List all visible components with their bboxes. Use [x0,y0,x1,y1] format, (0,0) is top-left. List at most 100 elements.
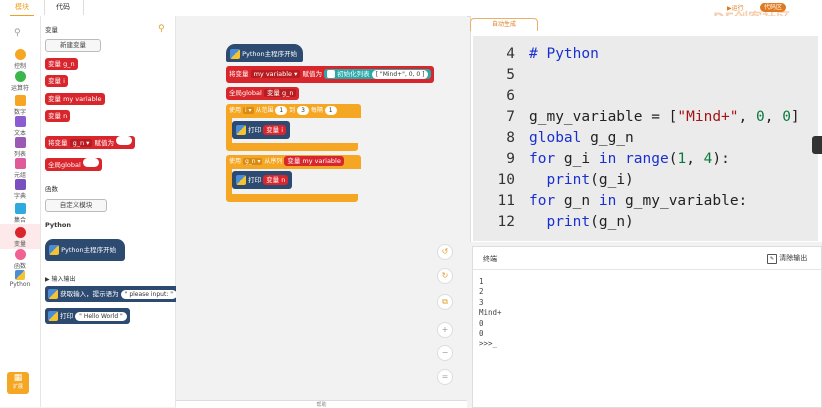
for-each-seq-var[interactable]: 变量 my variable [284,156,344,166]
print-block-label: 打印 [60,312,74,320]
ws-list-value[interactable]: [ "Mind+", 0, 0 ] [371,70,429,79]
assign-label: 将变量 [48,139,68,147]
python-start-label: Python主程序开始 [61,246,117,254]
zoom-out-icon[interactable]: − [437,345,453,361]
code-line[interactable]: for g_n in g_my_variable: [529,193,747,209]
assign-to-label: 赋值为 [94,139,114,147]
tab-blocks[interactable]: 模块 [10,0,34,17]
python-icon [48,289,58,299]
redo-icon[interactable]: ↻ [437,268,453,284]
line-number: 8 [506,130,515,146]
line-number: 6 [506,88,515,104]
terminal-panel: 终端 ✎ 清除输出 1 2 3 Mind+ 0 0 >>>_ [472,246,822,408]
palette-input-block[interactable]: 获取输入，提示语为 " please input: " [45,286,181,302]
category-bar: ⚲ 控制 运算符 数字 文本 列表 元组 字典 集合 变量 函数 Python ▦ 扩展 [0,16,41,407]
palette-title-python: Python [45,221,71,229]
pin-icon[interactable]: ⚲ [158,24,165,34]
ws-for-range-block[interactable]: 使用 i ▾ 从范围 1 到 3 每隔 1 [226,104,361,118]
terminal-line: 2 [479,287,484,297]
code-line[interactable]: global g_g_n [529,130,634,146]
for-range-end-value[interactable]: 3 [297,106,309,115]
terminal-line: Mind+ [479,308,502,318]
ws-global-block[interactable]: 全局global 变量 g_n [226,87,300,100]
palette-print-block[interactable]: 打印 " Hello World " [45,308,130,324]
category-1[interactable]: 运算符 [0,68,40,93]
ws-list-init-label: 初始化列表 [337,70,370,78]
python-icon [236,175,246,185]
for-each-var-dropdown[interactable]: g_n ▾ [242,158,263,165]
ws-print-block-2[interactable]: 打印 变量 n [232,171,293,189]
palette-var-block[interactable]: 变量 i [45,75,68,87]
assign-value-slot[interactable] [116,136,133,145]
input-prompt-value[interactable]: " please input: " [120,290,178,299]
search-icon[interactable]: ⚲ [14,28,21,38]
global-label: 全局global [48,161,81,169]
cleanup-icon[interactable]: ⧉ [437,294,453,310]
code-line[interactable]: print(g_i) [529,172,633,188]
ws-assign-var-dropdown[interactable]: my variable ▾ [250,70,301,78]
for-range-step-value[interactable]: 1 [324,106,337,115]
category-6[interactable]: 字典 [0,176,40,201]
zoom-in-icon[interactable]: + [437,322,453,338]
ws-list-init-block[interactable]: 初始化列表 [ "Mind+", 0, 0 ] [324,69,432,79]
terminal-line: 0 [479,329,484,339]
new-variable-button[interactable]: 新建变量 [45,39,101,52]
assign-var-dropdown[interactable]: g_n ▾ [69,139,93,147]
block-palette: 变量 ⚲ 新建变量 变量 g_n 变量 i 变量 my variable 变量 … [41,16,181,407]
code-line[interactable]: print(g_n) [529,214,633,230]
for-range-from-label: 从范围 [255,107,274,114]
category-label: 运算符 [10,85,29,92]
category-icon [14,158,26,169]
zoom-reset-icon[interactable]: = [437,369,453,385]
code-line[interactable]: g_my_variable = ["Mind+", 0, 0] [529,109,800,125]
code-line[interactable]: # Python [529,46,599,62]
code-line[interactable]: for g_i in range(1, 4): [529,151,730,167]
palette-var-block[interactable]: 变量 n [45,110,71,122]
palette-python-start-block[interactable]: Python主程序开始 [45,239,125,261]
ws-print-var[interactable]: 变量 n [263,175,289,185]
category-label: Python [9,281,31,288]
ws-python-start-block[interactable]: Python主程序开始 [226,44,303,62]
palette-var-block[interactable]: 变量 g_n [45,58,78,70]
clear-output-button[interactable]: ✎ 清除输出 [767,253,807,264]
category-icon [14,137,26,148]
for-each-use-label: 使用 [229,158,242,165]
global-value-slot[interactable] [82,158,99,167]
palette-global-block[interactable]: 全局global [45,158,102,171]
for-range-var-dropdown[interactable]: i ▾ [242,107,254,114]
line-number: 5 [506,67,515,83]
category-icon [14,49,26,60]
python-icon [230,49,240,59]
undo-icon[interactable]: ↺ [437,244,453,260]
python-icon [236,125,246,135]
custom-block-button[interactable]: 自定义模块 [45,199,107,212]
ws-print-var[interactable]: 变量 i [263,125,287,135]
palette-assign-block[interactable]: 将变量 g_n ▾ 赋值为 [45,136,136,149]
terminal-line: >>>_ [479,339,498,349]
side-toggle-handle[interactable] [812,136,822,154]
for-range-step-label: 每隔 [310,107,323,114]
tab-auto-generate[interactable]: 自动生成 [470,18,538,31]
for-range-start-value[interactable]: 1 [275,106,288,115]
terminal-line: 1 [479,277,484,286]
print-value[interactable]: " Hello World " [75,312,127,321]
palette-var-block[interactable]: 变量 my variable [45,93,105,105]
ws-assign-block[interactable]: 将变量 my variable ▾ 赋值为 初始化列表 [ "Mind+", 0… [226,66,435,83]
ws-global-var[interactable]: 变量 g_n [263,89,297,97]
ws-for-each-block[interactable]: 使用 g_n ▾ 从序列 变量 my variable [226,155,361,169]
tab-code[interactable]: 代码 [50,0,76,15]
workspace[interactable]: Python主程序开始 将变量 my variable ▾ 赋值为 初始化列表 … [176,16,467,407]
ws-print-block-1[interactable]: 打印 变量 i [232,121,291,139]
ws-assign-to-label: 赋值为 [302,70,322,78]
terminal-output[interactable]: 1 2 3 Mind+ 0 0 >>>_ [479,277,502,350]
category-label: 字典 [13,193,26,200]
ws-python-start-label: Python主程序开始 [242,50,298,58]
extend-button[interactable]: ▦ 扩展 [7,372,29,394]
code-editor[interactable]: 4 # Python 5 6 7 g_my_variable = ["Mind+", 0,… [473,36,818,241]
clear-output-label: 清除输出 [779,254,808,262]
category-10[interactable]: Python [0,267,40,292]
category-7[interactable]: 集合 [0,200,40,225]
line-number: 11 [497,193,515,209]
io-section-toggle[interactable]: ▶ 输入输出 [45,274,76,283]
top-bar: 模块 代码 [0,0,822,17]
